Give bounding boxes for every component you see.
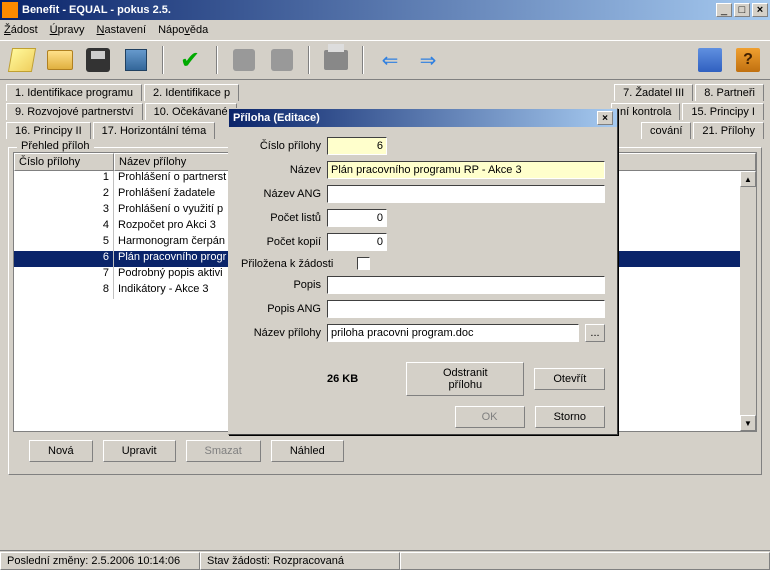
tb-book-icon[interactable] [694, 44, 726, 76]
browse-button[interactable]: ... [585, 324, 605, 342]
tb-package-icon[interactable] [120, 44, 152, 76]
lbl-popis: Popis [241, 279, 321, 291]
cell-cislo: 4 [14, 219, 114, 235]
tb-check-icon[interactable]: ✔ [174, 44, 206, 76]
scroll-down-icon[interactable]: ▼ [740, 415, 756, 431]
cell-cislo: 5 [14, 235, 114, 251]
dialog-close-icon[interactable]: × [597, 111, 613, 125]
cell-cislo: 7 [14, 267, 114, 283]
ok-button[interactable]: OK [455, 406, 525, 428]
app-icon [2, 2, 18, 18]
input-cislo[interactable] [327, 137, 387, 155]
menu-nastaveni[interactable]: Nastavení [97, 24, 147, 36]
storno-button[interactable]: Storno [535, 406, 605, 428]
toolbar-sep [216, 46, 218, 74]
tb-help-icon[interactable]: ? [732, 44, 764, 76]
nova-button[interactable]: Nová [29, 440, 93, 462]
status-lastchange: Poslední změny: 2.5.2006 10:14:06 [0, 552, 200, 570]
scroll-up-icon[interactable]: ▲ [740, 171, 756, 187]
odstranit-button[interactable]: Odstranit přílohu [406, 362, 524, 396]
menubar: Žádost Úpravy Nastavení Nápověda [0, 20, 770, 40]
tb-print-icon[interactable] [320, 44, 352, 76]
tab[interactable]: 8. Partneři [695, 84, 764, 101]
tab[interactable]: 1. Identifikace programu [6, 84, 142, 101]
checkbox-prilozena[interactable] [357, 257, 370, 270]
cell-cislo: 2 [14, 187, 114, 203]
dialog-priloha-editace: Příloha (Editace) × Číslo přílohy Název … [228, 108, 618, 435]
input-nazev[interactable] [327, 161, 605, 179]
tb-hand1-icon[interactable] [228, 44, 260, 76]
col-cislo[interactable]: Číslo přílohy [14, 153, 114, 171]
statusbar: Poslední změny: 2.5.2006 10:14:06 Stav ž… [0, 550, 770, 570]
tab[interactable]: 2. Identifikace p [144, 84, 239, 101]
tb-forward-icon[interactable]: ⇒ [412, 44, 444, 76]
input-popis[interactable] [327, 276, 605, 294]
toolbar-sep [362, 46, 364, 74]
menu-zadost[interactable]: Žádost [4, 24, 38, 36]
tb-new-icon[interactable] [6, 44, 38, 76]
filesize-text: 26 KB [327, 373, 406, 385]
toolbar-sep [162, 46, 164, 74]
cell-cislo: 8 [14, 283, 114, 299]
groupbox-title: Přehled příloh [17, 140, 94, 152]
status-empty [400, 552, 770, 570]
input-pocet-listu[interactable] [327, 209, 387, 227]
toolbar: ✔ ⇐ ⇒ ? [0, 40, 770, 80]
input-nazev-prilohy[interactable] [327, 324, 579, 342]
tb-hand2-icon[interactable] [266, 44, 298, 76]
input-popis-ang[interactable] [327, 300, 605, 318]
tab[interactable]: 15. Principy I [682, 103, 764, 120]
dialog-titlebar[interactable]: Příloha (Editace) × [229, 109, 617, 127]
close-button[interactable]: × [752, 3, 768, 17]
tab[interactable]: 21. Přílohy [693, 122, 764, 139]
button-row: Nová Upravit Smazat Náhled [13, 432, 757, 470]
maximize-button[interactable]: □ [734, 3, 750, 17]
minimize-button[interactable]: _ [716, 3, 732, 17]
lbl-popis-ang: Popis ANG [241, 303, 321, 315]
status-state: Stav žádosti: Rozpracovaná [200, 552, 400, 570]
toolbar-sep [308, 46, 310, 74]
tab[interactable]: ní kontrola [611, 103, 680, 120]
grid-scrollbar[interactable]: ▲ ▼ [740, 171, 756, 431]
titlebar: Benefit - EQUAL - pokus 2.5. _ □ × [0, 0, 770, 20]
tab[interactable]: 16. Principy II [6, 122, 91, 139]
tb-save-icon[interactable] [82, 44, 114, 76]
upravit-button[interactable]: Upravit [103, 440, 176, 462]
cell-cislo: 1 [14, 171, 114, 187]
lbl-nazev-ang: Název ANG [241, 188, 321, 200]
window-title: Benefit - EQUAL - pokus 2.5. [22, 4, 714, 16]
tab[interactable]: 9. Rozvojové partnerství [6, 103, 143, 120]
lbl-nazev: Název [241, 164, 321, 176]
lbl-nazev-prilohy: Název přílohy [241, 327, 321, 339]
tab[interactable]: 17. Horizontální téma [93, 122, 216, 139]
lbl-prilozena: Přiložena k žádosti [241, 258, 351, 270]
menu-upravy[interactable]: Úpravy [50, 24, 85, 36]
cell-cislo: 3 [14, 203, 114, 219]
otevrit-button[interactable]: Otevřít [534, 368, 605, 390]
tb-open-icon[interactable] [44, 44, 76, 76]
lbl-pocet-listu: Počet listů [241, 212, 321, 224]
dialog-title-text: Příloha (Editace) [233, 112, 597, 124]
menu-napoveda[interactable]: Nápověda [158, 24, 208, 36]
nahled-button[interactable]: Náhled [271, 440, 344, 462]
lbl-cislo: Číslo přílohy [241, 140, 321, 152]
tab[interactable]: 10. Očekávané [145, 103, 237, 120]
input-pocet-kopii[interactable] [327, 233, 387, 251]
lbl-pocet-kopii: Počet kopií [241, 236, 321, 248]
tb-back-icon[interactable]: ⇐ [374, 44, 406, 76]
smazat-button[interactable]: Smazat [186, 440, 261, 462]
tab[interactable]: 7. Žadatel III [614, 84, 693, 101]
tab[interactable]: cování [641, 122, 691, 139]
cell-cislo: 6 [14, 251, 114, 267]
input-nazev-ang[interactable] [327, 185, 605, 203]
